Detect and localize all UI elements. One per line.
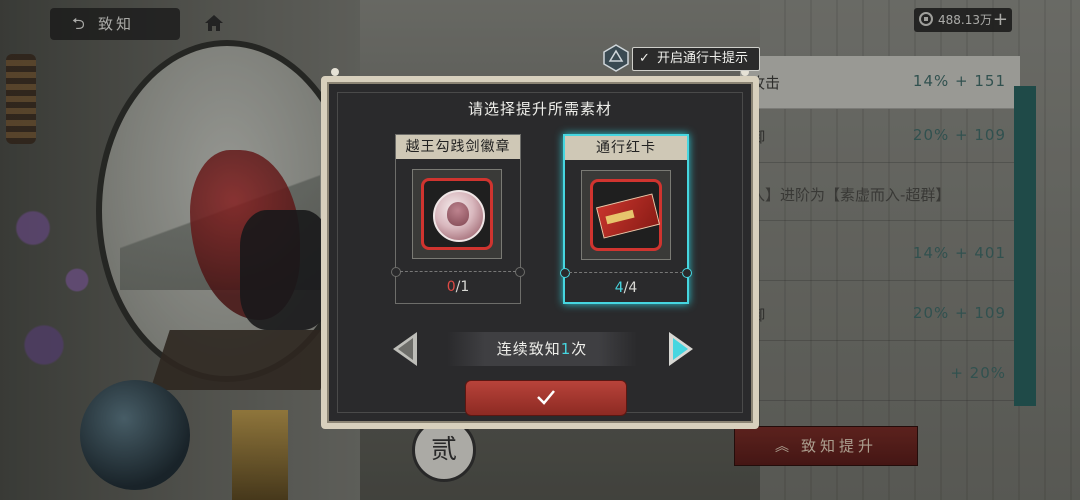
material-have: 0 <box>446 279 456 295</box>
material-card-red-pass[interactable]: 通行红卡 4/4 <box>560 134 692 304</box>
card-notch <box>560 268 570 278</box>
card-divider <box>569 272 683 273</box>
material-frame <box>421 178 493 250</box>
settings-hex-icon <box>603 44 629 72</box>
continuous-prefix: 连续致知 <box>496 340 561 358</box>
card-divider <box>400 271 516 272</box>
confirm-button[interactable] <box>465 380 627 416</box>
continuous-suffix: 次 <box>571 340 588 358</box>
badge-medal-icon <box>433 190 485 242</box>
toggle-label: 开启通行卡提示 <box>657 51 749 66</box>
material-need: 4 <box>628 280 638 296</box>
red-pass-card-icon <box>595 193 661 239</box>
continuous-number: 1 <box>560 340 572 358</box>
material-need: 1 <box>460 279 470 295</box>
material-count: 4/4 <box>565 280 687 296</box>
material-name: 通行红卡 <box>565 136 687 160</box>
checkmark-icon: ✓ <box>639 51 650 66</box>
card-notch <box>682 268 692 278</box>
continuous-count: 连续致知1次 <box>447 332 637 366</box>
material-have: 4 <box>614 280 624 296</box>
material-slot <box>412 169 502 259</box>
material-slot <box>581 170 671 260</box>
material-select-dialog: 请选择提升所需素材 越王勾践剑徽章 0/1 通行红卡 4/4 连续致知1次 <box>321 68 759 429</box>
material-count: 0/1 <box>396 279 520 295</box>
pin-icon <box>331 68 339 76</box>
card-notch <box>515 267 525 277</box>
decrease-arrow-button[interactable] <box>393 332 417 366</box>
checkmark-icon <box>537 390 555 405</box>
card-notch <box>391 267 401 277</box>
material-frame <box>590 179 662 251</box>
material-name: 越王勾践剑徽章 <box>396 135 520 159</box>
dialog-title: 请选择提升所需素材 <box>467 100 612 118</box>
material-card-badge[interactable]: 越王勾践剑徽章 0/1 <box>391 134 525 304</box>
toggle-box[interactable]: ✓ 开启通行卡提示 <box>632 47 760 71</box>
increase-arrow-button[interactable] <box>669 332 693 366</box>
